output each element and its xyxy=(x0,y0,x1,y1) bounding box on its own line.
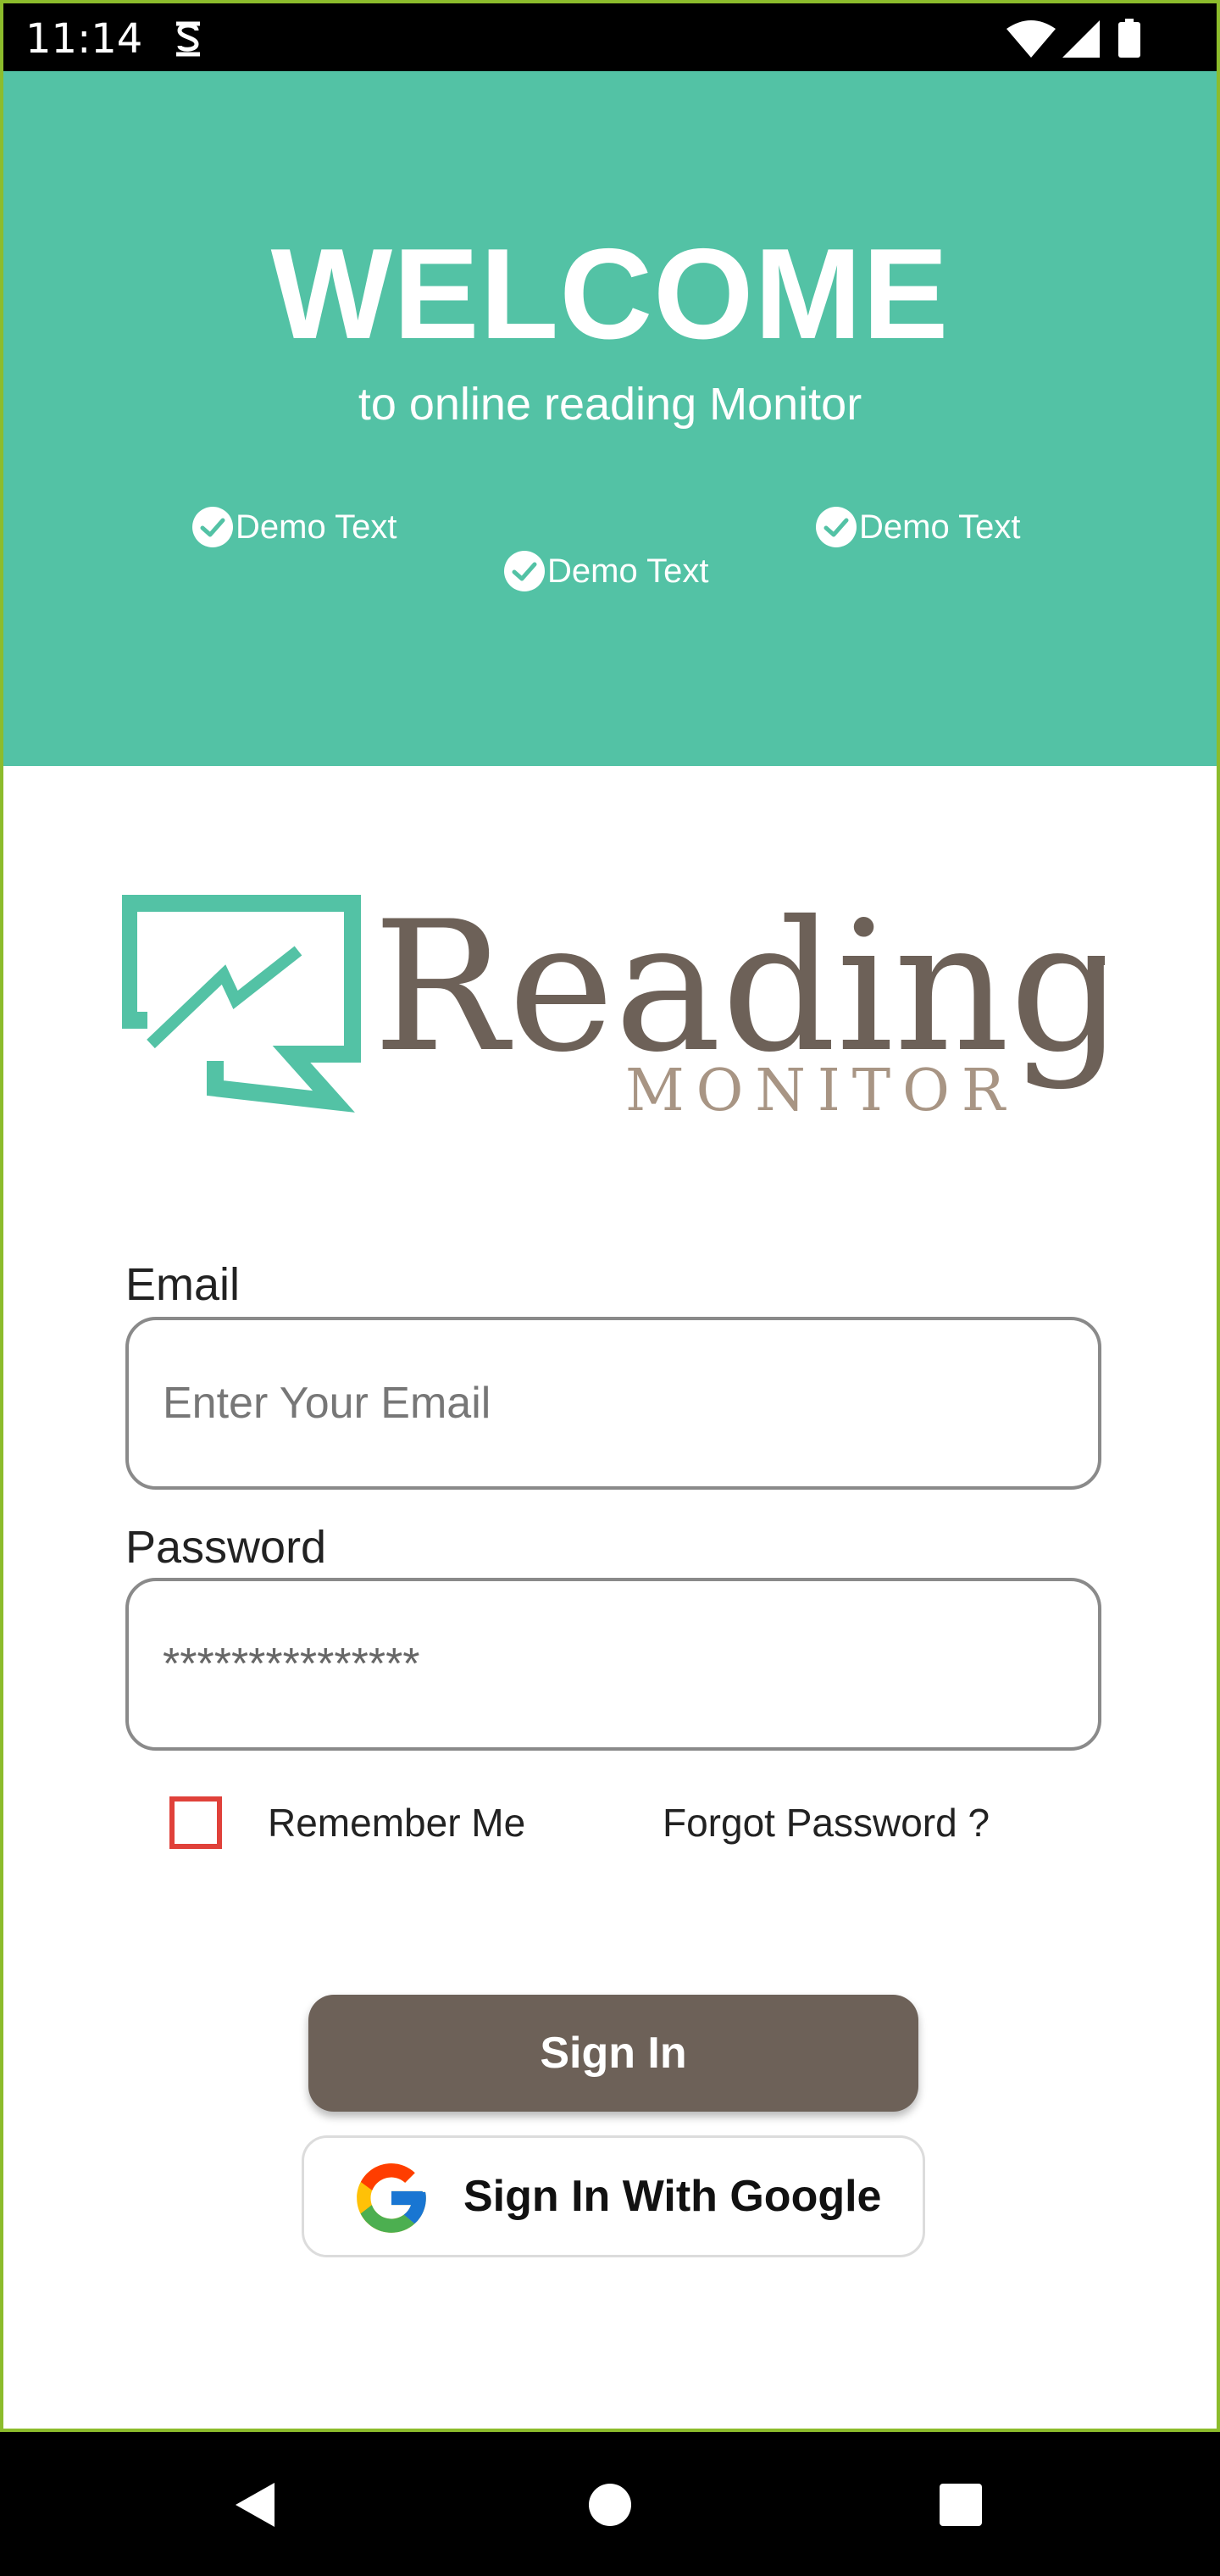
forgot-password-link[interactable]: Forgot Password ? xyxy=(663,1796,990,1849)
status-time: 11:14 xyxy=(25,15,143,63)
recents-icon[interactable] xyxy=(939,2483,983,2527)
password-field[interactable] xyxy=(125,1578,1101,1751)
home-icon[interactable] xyxy=(588,2483,632,2527)
check-circle-icon xyxy=(816,507,857,547)
check-circle-icon xyxy=(192,507,233,547)
reading-monitor-logo: Reading MONITOR xyxy=(122,893,1105,1113)
google-sign-in-label: Sign In With Google xyxy=(463,2172,882,2221)
email-field[interactable] xyxy=(125,1317,1101,1490)
google-sign-in-button[interactable]: Sign In With Google xyxy=(302,2135,925,2257)
feature-label: Demo Text xyxy=(859,508,1021,546)
signal-icon xyxy=(1062,20,1100,58)
sign-in-button[interactable]: Sign In xyxy=(308,1995,918,2112)
logo-tagline: MONITOR xyxy=(625,1058,1017,1113)
welcome-title: WELCOME xyxy=(270,222,950,366)
navigation-bar xyxy=(0,2432,1220,2576)
check-circle-icon xyxy=(504,551,545,591)
remember-me-label[interactable]: Remember Me xyxy=(268,1796,525,1849)
sim-icon xyxy=(176,21,200,57)
feature-item: Demo Text xyxy=(191,505,396,549)
chart-monitor-icon xyxy=(122,895,361,1113)
password-label: Password xyxy=(125,1522,327,1573)
password-input[interactable] xyxy=(163,1581,1061,1747)
feature-item: Demo Text xyxy=(815,505,1020,549)
feature-item: Demo Text xyxy=(503,549,708,593)
back-icon[interactable] xyxy=(230,2479,278,2530)
email-label: Email xyxy=(125,1259,241,1310)
welcome-subtitle: to online reading Monitor xyxy=(358,379,862,430)
feature-label: Demo Text xyxy=(236,508,397,546)
feature-label: Demo Text xyxy=(547,552,709,590)
battery-icon xyxy=(1118,19,1140,58)
welcome-banner: WELCOME to online reading Monitor Demo T… xyxy=(3,71,1217,766)
remember-me-checkbox[interactable] xyxy=(169,1796,222,1849)
wifi-icon xyxy=(1006,20,1056,58)
google-icon xyxy=(357,2163,426,2233)
login-screen: WELCOME to online reading Monitor Demo T… xyxy=(0,71,1220,2432)
email-input[interactable] xyxy=(163,1320,1061,1486)
status-bar: 11:14 xyxy=(0,0,1220,71)
